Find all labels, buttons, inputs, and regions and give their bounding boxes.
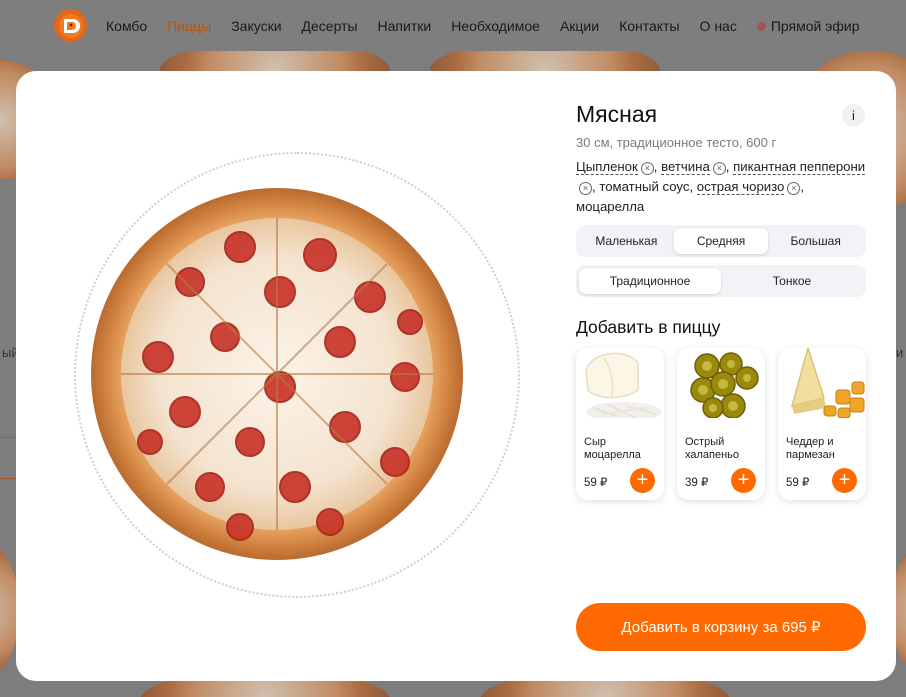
ingredient-sauce: томатный соус	[599, 179, 690, 194]
topping-name: Сыр моцарелла	[584, 436, 641, 461]
ingredients-list: Цыпленок ×, ветчина ×, пикантная пепперони…	[576, 159, 866, 214]
background-side-text: и	[896, 345, 904, 360]
nav-item-snacks[interactable]: Закуски	[231, 18, 281, 34]
pizza-image-area	[16, 71, 556, 681]
topping-name: Чеддер и пармезан	[786, 436, 835, 461]
main-nav: Комбо Пиццы Закуски Десерты Напитки Необ…	[106, 0, 880, 51]
topping-card-cheddar-parmesan[interactable]: Чеддер и пармезан 59 ₽ +	[778, 348, 866, 500]
ingredient-pepperoni[interactable]: пикантная пепперони	[733, 159, 866, 175]
size-option-medium[interactable]: Средняя	[673, 228, 769, 254]
add-topping-button[interactable]: +	[630, 468, 655, 493]
add-toppings-heading: Добавить в пиццу	[576, 317, 721, 337]
product-title: Мясная	[576, 101, 658, 127]
remove-icon[interactable]: ×	[640, 162, 654, 175]
nav-item-drinks[interactable]: Напитки	[378, 18, 432, 34]
add-to-cart-button[interactable]: Добавить в корзину за 695 ₽	[576, 603, 866, 651]
info-button[interactable]: i	[842, 104, 865, 127]
live-dot-icon	[756, 21, 766, 31]
topping-price: 59 ₽	[584, 477, 608, 489]
logo-icon[interactable]	[54, 9, 87, 42]
nav-item-promos[interactable]: Акции	[560, 18, 599, 34]
nav-item-combo[interactable]: Комбо	[106, 18, 147, 34]
size-option-small[interactable]: Маленькая	[579, 228, 674, 254]
dough-selector: Традиционное Тонкое	[576, 265, 866, 297]
topping-price: 59 ₽	[786, 477, 810, 489]
remove-icon[interactable]: ×	[787, 182, 801, 195]
topping-price: 39 ₽	[685, 477, 709, 489]
topping-name: Острый халапеньо	[685, 436, 740, 461]
cheddar-parmesan-icon	[790, 348, 865, 418]
add-topping-button[interactable]: +	[832, 468, 857, 493]
jalapeno-icon	[690, 352, 759, 418]
nav-item-live[interactable]: Прямой эфир	[756, 17, 860, 34]
pizza-image	[91, 188, 463, 560]
toppings-list: Сыр моцарелла 59 ₽ + Острый халапеньо 39…	[576, 348, 866, 500]
site-header: Комбо Пиццы Закуски Десерты Напитки Необ…	[0, 0, 906, 51]
size-selector: Маленькая Средняя Большая	[576, 225, 866, 257]
nav-item-desserts[interactable]: Десерты	[302, 18, 358, 34]
ingredient-mozzarella: моцарелла	[576, 199, 645, 214]
ingredient-ham[interactable]: ветчина	[661, 159, 710, 175]
nav-item-about[interactable]: О нас	[700, 18, 737, 34]
nav-item-essentials[interactable]: Необходимое	[451, 18, 540, 34]
size-option-large[interactable]: Большая	[768, 228, 863, 254]
mozzarella-icon	[585, 352, 662, 418]
live-label: Прямой эфир	[770, 17, 860, 34]
dough-option-thin[interactable]: Тонкое	[721, 268, 863, 294]
remove-icon[interactable]: ×	[712, 162, 726, 175]
topping-card-mozzarella[interactable]: Сыр моцарелла 59 ₽ +	[576, 348, 664, 500]
add-topping-button[interactable]: +	[731, 468, 756, 493]
dough-option-traditional[interactable]: Традиционное	[579, 268, 721, 294]
background-divider	[0, 478, 16, 479]
background-divider	[0, 437, 16, 438]
nav-item-pizzas[interactable]: Пиццы	[167, 18, 211, 34]
ingredient-chicken[interactable]: Цыпленок	[576, 159, 638, 175]
topping-card-jalapeno[interactable]: Острый халапеньо 39 ₽ +	[677, 348, 765, 500]
product-modal: i Мясная 30 см, традиционное тесто, 600 …	[16, 71, 896, 681]
remove-icon[interactable]: ×	[579, 182, 592, 195]
nav-item-contacts[interactable]: Контакты	[619, 18, 679, 34]
ingredient-chorizo[interactable]: острая чоризо	[696, 179, 785, 195]
product-subtitle: 30 см, традиционное тесто, 600 г	[576, 135, 777, 150]
